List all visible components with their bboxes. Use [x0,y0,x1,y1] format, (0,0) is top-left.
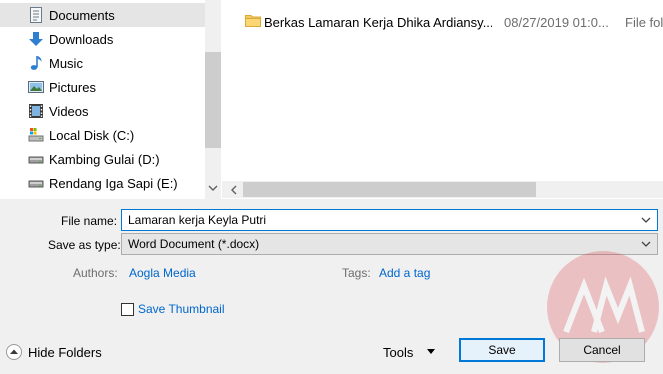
hide-folders-label: Hide Folders [28,344,102,360]
tags-label: Tags: [342,266,371,280]
nav-item-videos[interactable]: Videos [0,99,205,123]
nav-item-label: Rendang Iga Sapi (E:) [49,176,178,191]
nav-item-downloads[interactable]: Downloads [0,27,205,51]
nav-item-label: Videos [49,104,89,119]
file-name: Berkas Lamaran Kerja Dhika Ardiansy... [264,15,492,30]
savetype-label: Save as type: [48,238,121,252]
cancel-button[interactable]: Cancel [559,338,645,362]
horizontal-scrollbar[interactable] [222,181,663,198]
savetype-value: Word Document (*.docx) [128,237,260,251]
chevron-down-icon[interactable] [641,239,651,249]
local-disk-icon [28,128,44,142]
save-button[interactable]: Save [459,338,545,362]
horizontal-scroll-thumb[interactable] [243,182,536,197]
nav-item-documents[interactable]: Documents [0,3,205,27]
folder-icon [245,15,261,27]
nav-item-label: Music [49,56,83,71]
downloads-icon [29,32,43,46]
list-item[interactable]: Berkas Lamaran Kerja Dhika Ardiansy... 0… [222,11,663,33]
nav-scrollbar[interactable] [205,0,221,199]
file-type: File fol [625,15,663,30]
scroll-down-icon[interactable] [205,180,221,196]
hide-folders-button[interactable]: Hide Folders [6,343,102,361]
scroll-left-icon[interactable] [226,181,242,198]
authors-value[interactable]: Aogla Media [129,266,196,280]
nav-item-pictures[interactable]: Pictures [0,75,205,99]
nav-item-label: Downloads [49,32,114,47]
browse-area: Documents Downloads Music Pictures Video… [0,0,663,199]
caret-down-icon [427,349,436,354]
drive-icon [28,156,44,164]
nav-item-local-disk[interactable]: Local Disk (C:) [0,123,205,147]
pictures-icon [28,81,44,93]
nav-item-music[interactable]: Music [0,51,205,75]
add-tag-link[interactable]: Add a tag [379,266,430,280]
filename-label: File name: [61,214,118,228]
tools-menu[interactable]: Tools [383,343,436,361]
music-icon [30,56,42,70]
file-date: 08/27/2019 01:0... [504,15,609,30]
documents-icon [30,7,42,23]
nav-item-rendang-iga-sapi[interactable]: Rendang Iga Sapi (E:) [0,171,205,195]
nav-item-label: Kambing Gulai (D:) [49,152,160,167]
videos-icon [29,104,43,118]
chevron-up-icon [6,344,22,360]
drive-icon [28,180,44,188]
save-thumbnail-label[interactable]: Save Thumbnail [138,302,225,316]
nav-scroll-thumb[interactable] [205,52,221,148]
nav-item-label: Pictures [49,80,96,95]
file-list: Berkas Lamaran Kerja Dhika Ardiansy... 0… [222,0,663,181]
save-thumbnail-checkbox[interactable] [121,303,134,316]
nav-item-label: Documents [49,8,115,23]
authors-label: Authors: [73,266,118,280]
tools-label: Tools [383,344,414,360]
nav-item-kambing-gulai[interactable]: Kambing Gulai (D:) [0,147,205,171]
filename-value: Lamaran kerja Keyla Putri [128,213,267,227]
filename-field[interactable]: Lamaran kerja Keyla Putri [121,209,658,231]
chevron-down-icon[interactable] [641,215,651,225]
navigation-pane: Documents Downloads Music Pictures Video… [0,0,205,199]
nav-item-label: Local Disk (C:) [49,128,135,143]
